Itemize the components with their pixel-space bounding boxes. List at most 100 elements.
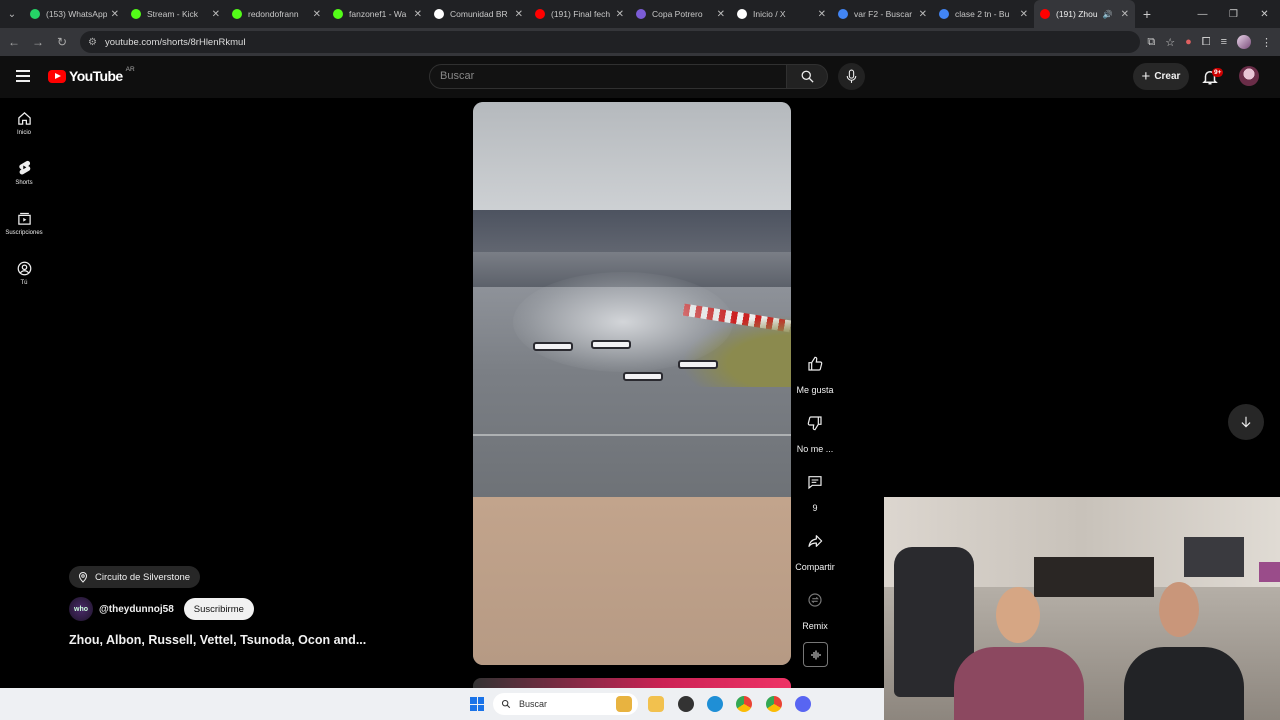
sidebar-item-suscripciones[interactable]: Suscripciones — [0, 198, 48, 248]
kick-icon — [333, 9, 343, 19]
browser-tab[interactable]: (153) WhatsApp ✕ — [24, 0, 125, 28]
close-window-button[interactable]: ✕ — [1249, 0, 1280, 28]
browser-tab[interactable]: fanzonef1 - Wa ✕ — [327, 0, 428, 28]
webcam-overlay — [884, 497, 1280, 720]
webcam-tv — [1184, 537, 1244, 577]
browser-tab[interactable]: (191) Zhou 🔊 ✕ — [1034, 0, 1135, 28]
speaker-icon[interactable]: 🔊 — [1103, 10, 1113, 19]
forward-button[interactable]: → — [26, 28, 50, 56]
video-frame-sky — [473, 102, 791, 222]
close-tab-icon[interactable]: ✕ — [212, 9, 220, 20]
chrome-icon[interactable] — [736, 696, 752, 712]
tab-title: Copa Potrero — [652, 9, 703, 19]
thumbs-up-icon — [808, 356, 823, 371]
share-button[interactable]: Compartir — [792, 522, 838, 581]
browser-tab[interactable]: clase 2 tn - Bu ✕ — [933, 0, 1034, 28]
create-button[interactable]: + Crear — [1133, 63, 1189, 90]
bookmark-star-icon[interactable]: ☆ — [1165, 36, 1175, 49]
search-input[interactable]: Buscar — [429, 64, 787, 89]
reload-button[interactable]: ↻ — [50, 28, 74, 56]
search-button[interactable] — [786, 64, 828, 89]
close-tab-icon[interactable]: ✕ — [414, 9, 422, 20]
channel-name[interactable]: @theydunnoj58 — [99, 604, 174, 615]
close-tab-icon[interactable]: ✕ — [919, 9, 927, 20]
sidebar-item-shorts[interactable]: Shorts — [0, 148, 48, 198]
close-tab-icon[interactable]: ✕ — [1121, 9, 1129, 20]
country-code: AR — [125, 65, 135, 73]
sidebar-item-inicio[interactable]: Inicio — [0, 98, 48, 148]
browser-tab[interactable]: (191) Final fech ✕ — [529, 0, 630, 28]
profile-avatar[interactable] — [1237, 35, 1251, 49]
channel-row: who @theydunnoj58 Suscribirme — [69, 597, 254, 621]
new-tab-button[interactable]: + — [1135, 6, 1159, 22]
tab-title: Stream - Kick — [147, 9, 199, 19]
sidebar-item-label: Tú — [20, 279, 28, 286]
edge-icon[interactable] — [707, 696, 723, 712]
browser-tab[interactable]: Comunidad BR ✕ — [428, 0, 529, 28]
extension-icon[interactable]: ● — [1185, 36, 1192, 48]
back-button[interactable]: ← — [2, 28, 26, 56]
microphone-icon — [846, 69, 857, 83]
youtube-icon — [535, 9, 545, 19]
google-icon — [939, 9, 949, 19]
chrome-icon[interactable] — [766, 696, 782, 712]
dislike-button[interactable]: No me ... — [792, 404, 838, 463]
youtube-header: YouTube AR Buscar + Crear — [0, 56, 1280, 98]
browser-menu-icon[interactable]: ⋮ — [1261, 36, 1272, 49]
media-control-icon[interactable]: ≡ — [1221, 36, 1227, 48]
discord-icon[interactable] — [795, 696, 811, 712]
comments-button[interactable]: 9 — [792, 463, 838, 522]
comment-icon — [808, 476, 822, 490]
audio-wave-icon — [811, 650, 820, 659]
install-app-icon[interactable]: ⧉ — [1147, 36, 1155, 49]
windows-start-icon[interactable] — [470, 697, 484, 711]
short-title[interactable]: Zhou, Albon, Russell, Vettel, Tsunoda, O… — [69, 633, 366, 647]
logo-text: YouTube — [69, 68, 123, 84]
webcam-person-left — [954, 587, 1084, 720]
browser-tab[interactable]: Copa Potrero ✕ — [630, 0, 731, 28]
short-actions: Me gusta No me ... 9 Compartir Remix — [792, 345, 838, 640]
voice-search-button[interactable] — [838, 63, 865, 90]
minimize-button[interactable]: — — [1187, 0, 1218, 28]
browser-tab[interactable]: Inicio / X ✕ — [731, 0, 832, 28]
obs-icon[interactable] — [678, 696, 694, 712]
user-circle-icon — [17, 261, 31, 275]
browser-tab[interactable]: Stream - Kick ✕ — [125, 0, 226, 28]
extensions-puzzle-icon[interactable]: ⧠ — [1202, 36, 1211, 49]
location-chip[interactable]: Circuito de Silverstone — [69, 566, 201, 588]
sidebar-item-label: Inicio — [16, 129, 31, 136]
close-tab-icon[interactable]: ✕ — [111, 9, 119, 20]
sound-button[interactable] — [803, 642, 828, 667]
remix-button[interactable]: Remix — [792, 581, 838, 640]
taskbar-widget-icon[interactable] — [616, 696, 632, 712]
close-tab-icon[interactable]: ✕ — [313, 9, 321, 20]
browser-tab[interactable]: var F2 - Buscar ✕ — [832, 0, 933, 28]
share-label: Compartir — [795, 562, 835, 572]
close-tab-icon[interactable]: ✕ — [717, 9, 725, 20]
youtube-icon — [1040, 9, 1050, 19]
address-bar[interactable]: ⚙ youtube.com/shorts/8rHlenRkmuI — [80, 31, 1140, 53]
close-tab-icon[interactable]: ✕ — [1020, 9, 1028, 20]
close-tab-icon[interactable]: ✕ — [616, 9, 624, 20]
short-video-player[interactable] — [473, 102, 791, 665]
youtube-logo[interactable]: YouTube AR — [48, 65, 135, 84]
site-info-icon[interactable]: ⚙ — [88, 37, 97, 48]
browser-tab[interactable]: redondofrann ✕ — [226, 0, 327, 28]
next-short-button[interactable] — [1228, 404, 1264, 440]
arrow-down-icon — [1241, 416, 1251, 428]
tab-title: redondofrann — [248, 9, 299, 19]
tab-title: Comunidad BR — [450, 9, 508, 19]
like-button[interactable]: Me gusta — [792, 345, 838, 404]
search-icon — [801, 70, 814, 83]
account-avatar[interactable] — [1239, 66, 1259, 86]
tab-search-chevron-icon[interactable]: ⌄ — [0, 0, 24, 28]
subscribe-button[interactable]: Suscribirme — [183, 598, 254, 620]
sidebar-item-tu[interactable]: Tú — [0, 248, 48, 298]
folder-icon[interactable] — [648, 696, 664, 712]
maximize-button[interactable]: ❐ — [1218, 0, 1249, 28]
mini-guide-sidebar: Inicio Shorts Suscripciones Tú — [0, 98, 48, 298]
close-tab-icon[interactable]: ✕ — [515, 9, 523, 20]
menu-icon[interactable] — [16, 70, 30, 82]
channel-avatar[interactable]: who — [69, 597, 93, 621]
close-tab-icon[interactable]: ✕ — [818, 9, 826, 20]
